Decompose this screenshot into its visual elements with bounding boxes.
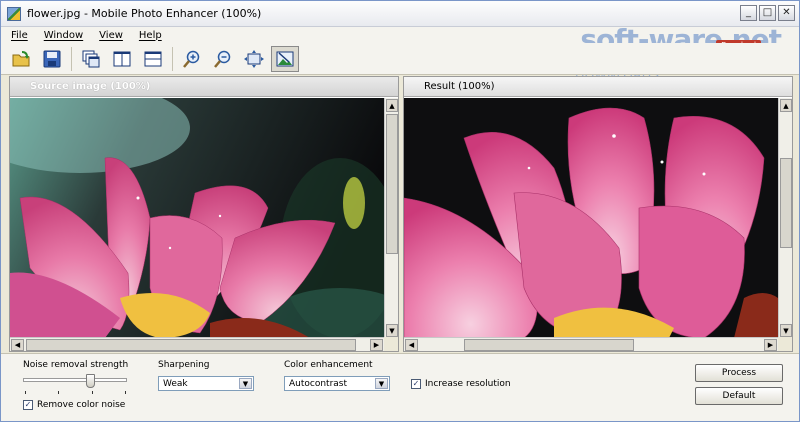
cascade-button[interactable]	[77, 46, 105, 72]
scroll-up-arrow[interactable]: ▲	[780, 99, 792, 112]
slider-tick	[92, 391, 93, 394]
preview-button[interactable]	[271, 45, 299, 72]
window-title: flower.jpg - Mobile Photo Enhancer (100%…	[27, 7, 262, 20]
open-button[interactable]	[7, 46, 35, 72]
scroll-down-arrow[interactable]: ▼	[386, 324, 398, 337]
zoom-out-button[interactable]	[209, 46, 237, 72]
toolbar	[1, 43, 799, 75]
tile-horizontal-button[interactable]	[139, 46, 167, 72]
scroll-left-arrow[interactable]: ◀	[405, 339, 418, 351]
noise-removal-slider-track[interactable]	[23, 378, 127, 382]
tile-horizontal-icon	[144, 51, 162, 66]
remove-color-noise-checkbox[interactable]: ✓	[23, 400, 33, 410]
result-horizontal-scrollbar[interactable]: ◀ ▶	[404, 337, 778, 351]
color-enhancement-value: Autocontrast	[289, 378, 348, 389]
source-horizontal-scrollbar[interactable]: ◀ ▶	[10, 337, 384, 351]
increase-resolution-checkbox[interactable]: ✓	[411, 379, 421, 389]
sharpening-label: Sharpening	[158, 360, 210, 370]
source-image	[10, 98, 384, 338]
result-vertical-scrollbar[interactable]: ▲ ▼	[778, 98, 792, 338]
menu-bar: File Window View Help	[1, 27, 799, 43]
tile-vertical-icon	[113, 51, 131, 66]
close-button[interactable]: ✕	[778, 5, 795, 21]
noise-removal-slider-thumb[interactable]	[86, 374, 96, 388]
chevron-down-icon[interactable]: ▼	[375, 378, 388, 389]
maximize-button[interactable]: □	[759, 5, 776, 21]
slider-tick	[58, 391, 59, 394]
sharpening-select[interactable]: Weak ▼	[158, 376, 254, 391]
scroll-thumb[interactable]	[780, 158, 792, 248]
scroll-corner	[778, 337, 792, 351]
toolbar-separator	[71, 46, 72, 71]
source-pane-title: Source image (100%)	[10, 77, 398, 97]
menu-file[interactable]: File	[11, 30, 28, 41]
source-pane: Source image (100%) ▲ ▼ ◀ ▶	[9, 76, 399, 352]
zoom-in-icon	[183, 50, 200, 68]
result-pane-title: Result (100%)	[404, 77, 792, 97]
scroll-down-arrow[interactable]: ▼	[780, 324, 792, 337]
menu-window[interactable]: Window	[44, 30, 83, 41]
scroll-thumb[interactable]	[386, 114, 398, 254]
slider-tick	[125, 391, 126, 394]
save-icon	[43, 50, 61, 67]
menu-view[interactable]: View	[99, 30, 123, 41]
zoom-in-button[interactable]	[178, 46, 206, 72]
scroll-left-arrow[interactable]: ◀	[11, 339, 24, 351]
cascade-windows-icon	[82, 50, 100, 67]
save-button[interactable]	[38, 46, 66, 72]
slider-tick	[25, 391, 26, 394]
fit-to-window-icon	[244, 49, 264, 68]
settings-panel: Noise removal strength ✓ Remove color no…	[1, 353, 799, 421]
scroll-thumb[interactable]	[464, 339, 634, 351]
remove-color-noise-label: Remove color noise	[37, 400, 126, 410]
minimize-button[interactable]: _	[740, 5, 757, 21]
scroll-right-arrow[interactable]: ▶	[370, 339, 383, 351]
title-bar: flower.jpg - Mobile Photo Enhancer (100%…	[1, 1, 799, 27]
scroll-corner	[384, 337, 398, 351]
scroll-right-arrow[interactable]: ▶	[764, 339, 777, 351]
result-image	[404, 98, 778, 338]
tile-vertical-button[interactable]	[108, 46, 136, 72]
noise-removal-label: Noise removal strength	[23, 360, 129, 370]
result-pane: Result (100%) ▲ ▼ ◀ ▶	[403, 76, 793, 352]
app-icon	[7, 6, 21, 21]
app-window: flower.jpg - Mobile Photo Enhancer (100%…	[0, 0, 800, 422]
toolbar-separator	[172, 46, 173, 71]
default-button[interactable]: Default	[695, 387, 783, 405]
zoom-out-icon	[214, 50, 231, 68]
chevron-down-icon[interactable]: ▼	[239, 378, 252, 389]
color-enhancement-label: Color enhancement	[284, 360, 373, 370]
process-button[interactable]: Process	[695, 364, 783, 382]
source-vertical-scrollbar[interactable]: ▲ ▼	[384, 98, 398, 338]
sharpening-value: Weak	[163, 378, 188, 389]
preview-icon	[276, 51, 294, 66]
color-enhancement-select[interactable]: Autocontrast ▼	[284, 376, 390, 391]
menu-help[interactable]: Help	[139, 30, 162, 41]
fit-to-window-button[interactable]	[240, 46, 268, 72]
scroll-up-arrow[interactable]: ▲	[386, 99, 398, 112]
increase-resolution-label: Increase resolution	[425, 379, 511, 389]
open-icon	[12, 50, 30, 66]
scroll-thumb[interactable]	[26, 339, 356, 351]
